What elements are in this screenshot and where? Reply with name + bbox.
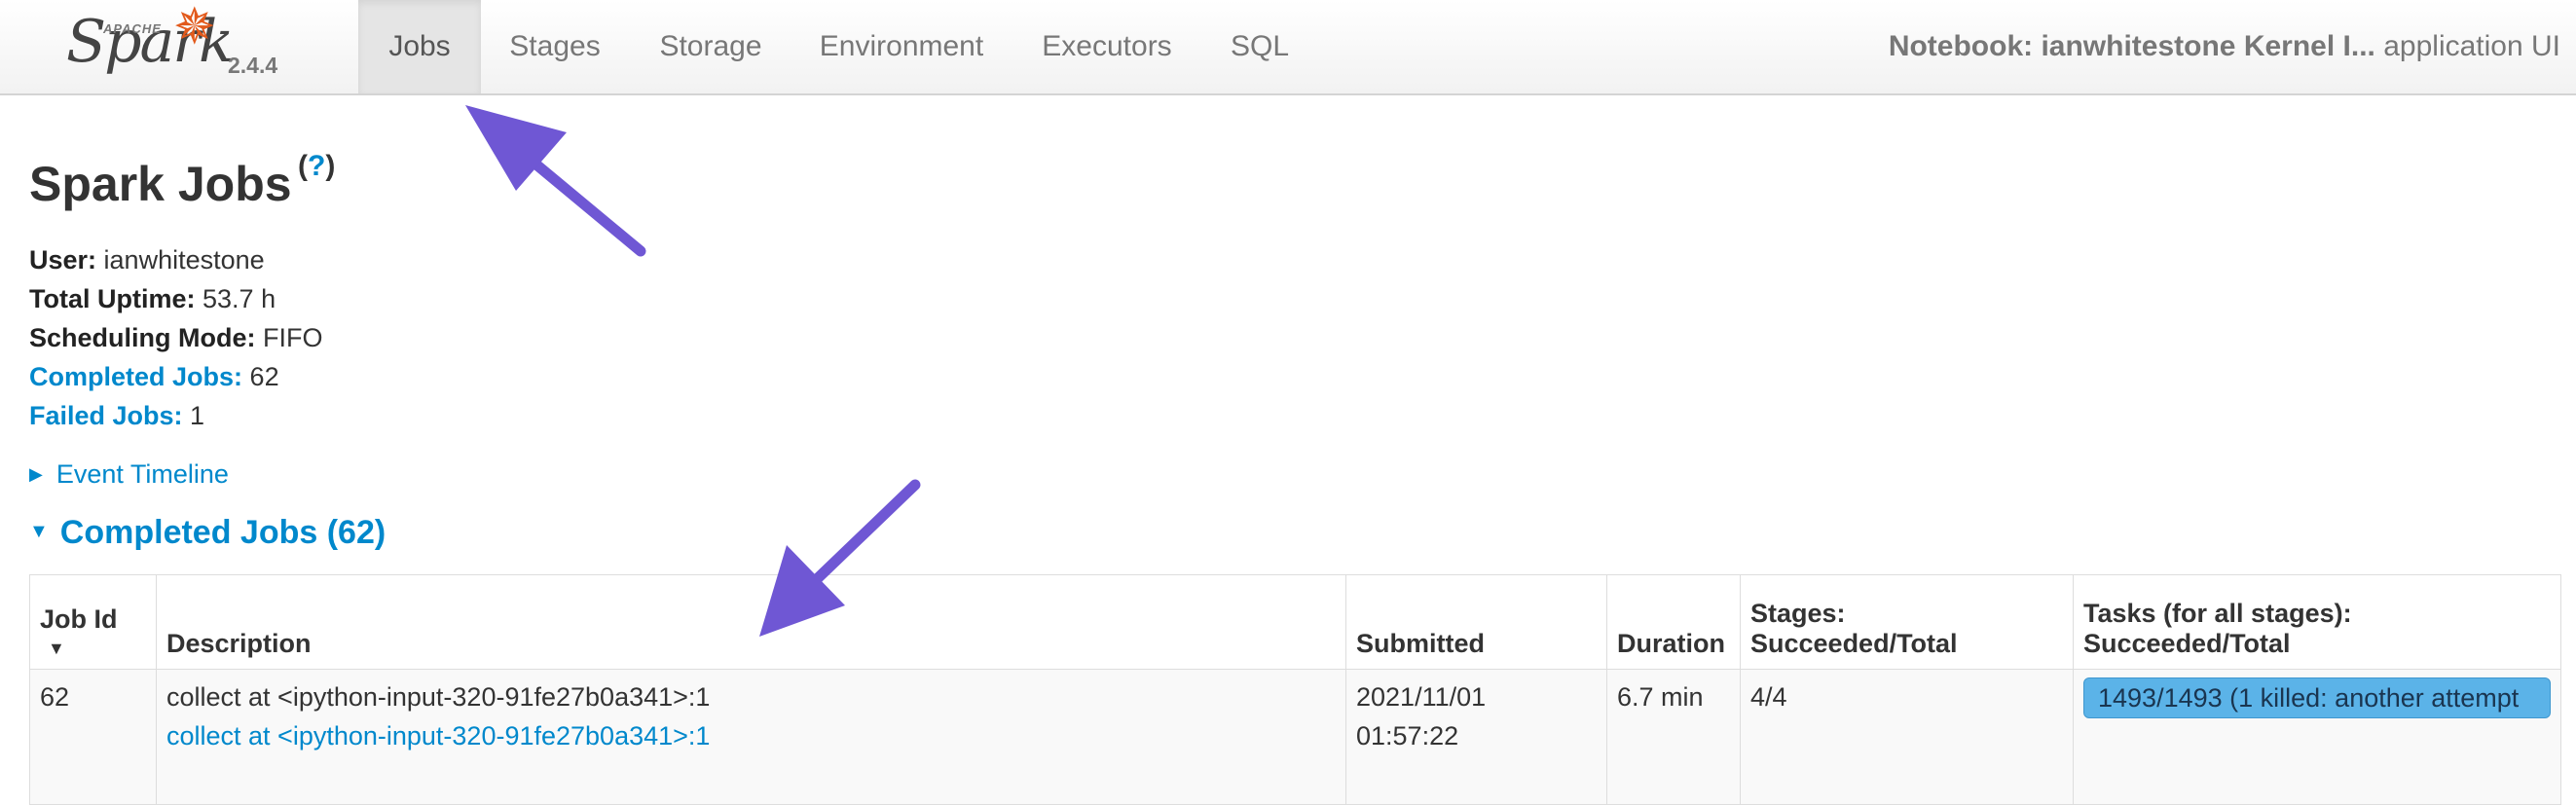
summary-completed-jobs: Completed Jobs: 62 (29, 362, 279, 392)
help-link[interactable]: (?) (298, 150, 335, 183)
submitted-cell: 2021/11/01 01:57:22 (1345, 669, 1607, 805)
scheduling-mode-value: FIFO (263, 323, 323, 352)
completed-jobs-heading: Completed Jobs (62) (59, 514, 386, 551)
tasks-cell: 1493/1493 (1 killed: another attempt (2073, 669, 2561, 805)
app-name-title: Notebook: ianwhitestone Kernel I... (1888, 30, 2375, 62)
scheduling-mode-label: Scheduling Mode: (29, 323, 256, 352)
failed-jobs-value: 1 (190, 401, 205, 430)
tasks-progress-bar: 1493/1493 (1 killed: another attempt (2083, 677, 2551, 718)
job-id-header-label: Job Id (40, 604, 118, 634)
job-id-cell: 62 (29, 669, 157, 805)
top-navbar: Spark APACHE ✵ 2.4.4 Jobs Stages Storage… (0, 0, 2576, 95)
column-header-description[interactable]: Description (156, 574, 1346, 670)
app-name-suffix: application UI (2383, 30, 2560, 62)
duration-cell: 6.7 min (1606, 669, 1741, 805)
summary-failed-jobs: Failed Jobs: 1 (29, 401, 204, 431)
summary-scheduling-mode: Scheduling Mode: FIFO (29, 323, 323, 353)
sort-desc-icon[interactable]: ▼ (48, 639, 146, 659)
tab-environment[interactable]: Environment (792, 0, 1011, 93)
spark-version: 2.4.4 (228, 53, 278, 78)
table-header-row: Job Id ▼ Description Submitted Duration … (29, 574, 2561, 670)
tab-executors[interactable]: Executors (1011, 0, 1203, 93)
column-header-tasks[interactable]: Tasks (for all stages): Succeeded/Total (2073, 574, 2561, 670)
completed-jobs-link[interactable]: Completed Jobs: (29, 362, 242, 391)
table-row: 62 collect at <ipython-input-320-91fe27b… (29, 669, 2561, 805)
caret-right-icon: ▶ (29, 464, 43, 484)
summary-uptime: Total Uptime: 53.7 h (29, 284, 276, 314)
column-header-duration[interactable]: Duration (1606, 574, 1741, 670)
help-icon[interactable]: ? (308, 150, 325, 182)
column-header-stages[interactable]: Stages: Succeeded/Total (1740, 574, 2074, 670)
event-timeline-toggle[interactable]: ▶ Event Timeline (29, 459, 229, 490)
caret-down-icon: ▼ (29, 521, 49, 542)
failed-jobs-link[interactable]: Failed Jobs: (29, 401, 183, 430)
spark-logo-apache: APACHE (103, 21, 162, 36)
submitted-time: 01:57:22 (1356, 721, 1459, 750)
event-timeline-label: Event Timeline (55, 459, 229, 489)
description-cell: collect at <ipython-input-320-91fe27b0a3… (156, 669, 1346, 805)
tasks-header-line1: Tasks (for all stages): (2083, 599, 2352, 628)
submitted-date: 2021/11/01 (1356, 682, 1487, 712)
completed-jobs-section-toggle[interactable]: ▼ Completed Jobs (62) (29, 514, 386, 552)
description-link[interactable]: collect at <ipython-input-320-91fe27b0a3… (166, 716, 1336, 755)
user-value: ianwhitestone (103, 245, 265, 274)
stages-header-line1: Stages: (1750, 599, 1846, 628)
completed-jobs-value: 62 (249, 362, 279, 391)
app-name: Notebook: ianwhitestone Kernel I... appl… (1889, 0, 2560, 93)
tasks-header-line2: Succeeded/Total (2083, 629, 2291, 658)
description-text: collect at <ipython-input-320-91fe27b0a3… (166, 682, 711, 712)
user-label: User: (29, 245, 97, 274)
tab-jobs[interactable]: Jobs (358, 0, 481, 93)
stages-cell: 4/4 (1740, 669, 2074, 805)
summary-user: User: ianwhitestone (29, 245, 265, 275)
completed-jobs-table: Job Id ▼ Description Submitted Duration … (29, 574, 2561, 805)
uptime-value: 53.7 h (202, 284, 276, 313)
uptime-label: Total Uptime: (29, 284, 196, 313)
tab-stages[interactable]: Stages (481, 0, 629, 93)
annotation-arrow-jobs-tab (465, 105, 646, 257)
page-title: Spark Jobs (29, 157, 292, 211)
spark-logo[interactable]: Spark APACHE ✵ 2.4.4 (64, 0, 288, 90)
tab-storage[interactable]: Storage (629, 0, 792, 93)
tab-sql[interactable]: SQL (1203, 0, 1316, 93)
column-header-submitted[interactable]: Submitted (1345, 574, 1607, 670)
stages-header-line2: Succeeded/Total (1750, 629, 1958, 658)
spark-star-icon: ✵ (173, 0, 216, 55)
column-header-job-id[interactable]: Job Id ▼ (29, 574, 157, 670)
